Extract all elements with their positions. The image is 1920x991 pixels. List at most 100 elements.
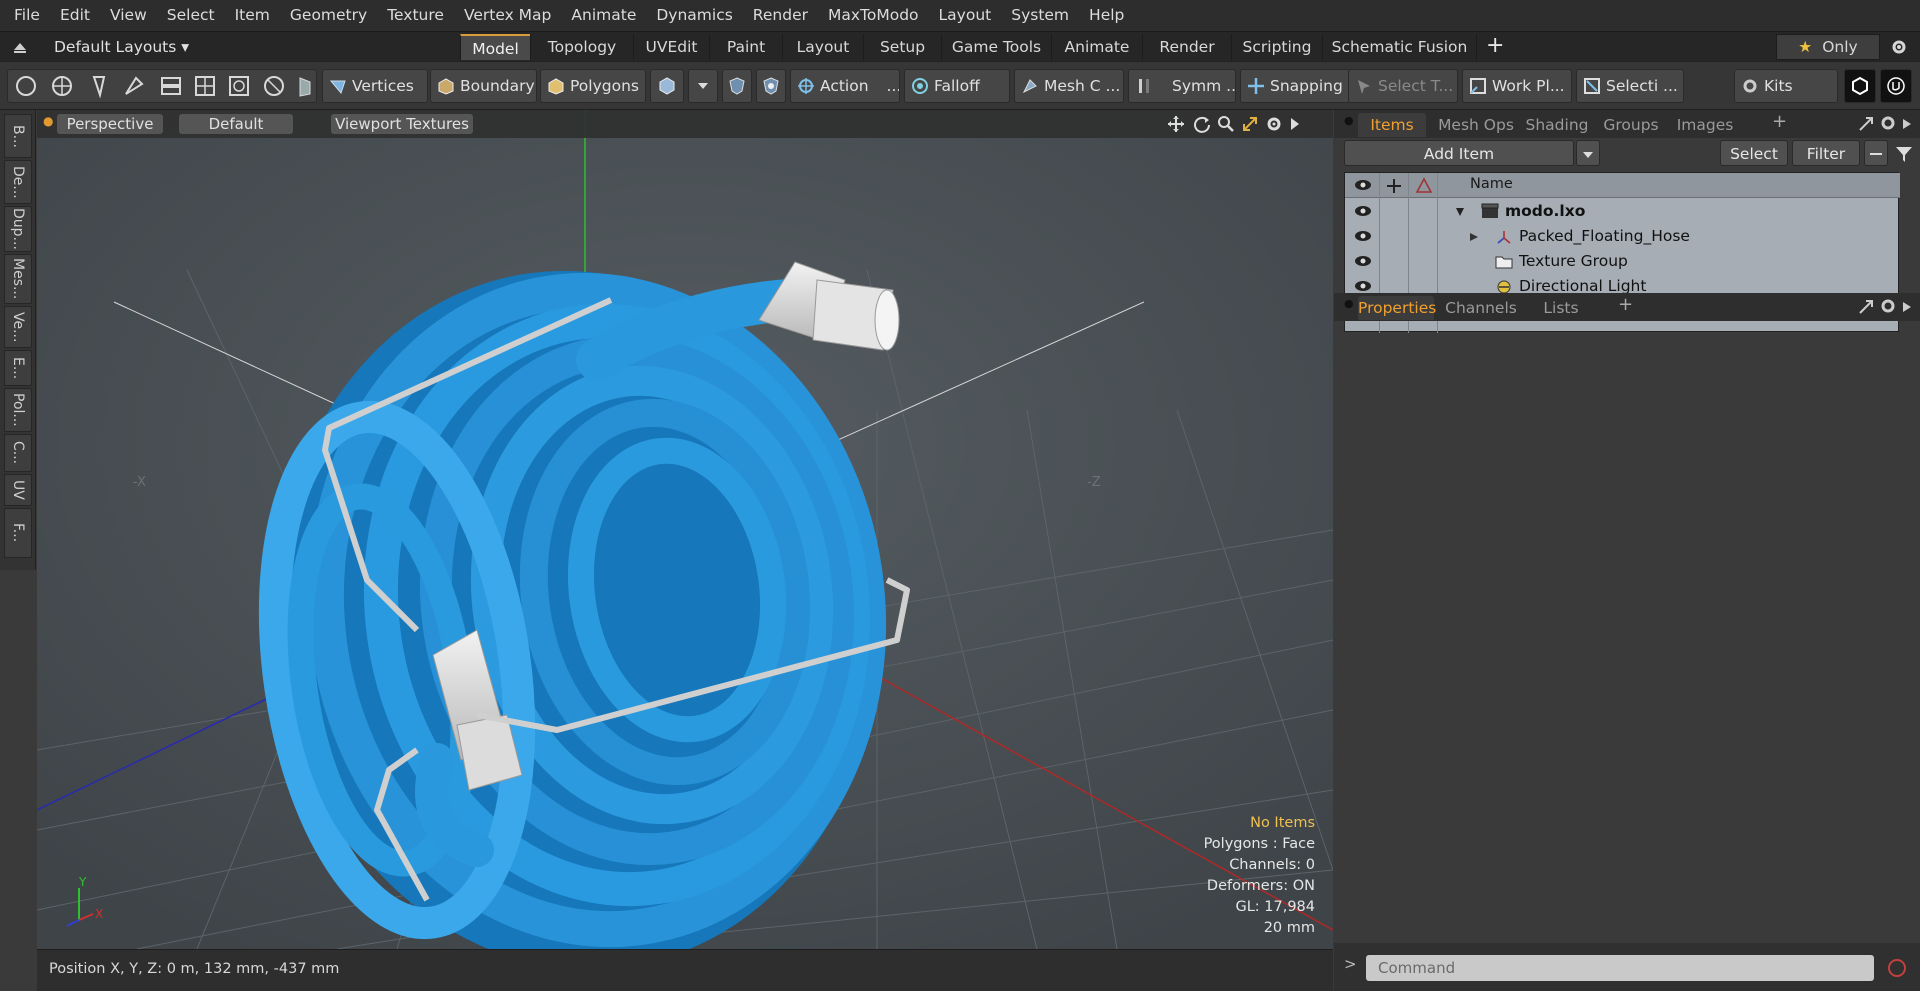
menu-layout[interactable]: Layout	[929, 0, 1002, 31]
vtab-deform[interactable]: De...	[4, 160, 32, 204]
expand-right-icon[interactable]	[1289, 117, 1301, 131]
menu-render[interactable]: Render	[743, 0, 818, 31]
vtab-curve[interactable]: C...	[4, 434, 32, 472]
add-item-dropdown[interactable]	[1576, 140, 1600, 166]
unreal-button[interactable]	[1880, 69, 1912, 103]
symmetry-button[interactable]: Symm ...	[1128, 69, 1236, 103]
menu-view[interactable]: View	[100, 0, 157, 31]
polygons-button[interactable]: Polygons	[540, 69, 646, 103]
tab-layout[interactable]: Layout	[782, 34, 863, 60]
command-input[interactable]: Command	[1366, 955, 1874, 981]
maximize-icon[interactable]	[1241, 115, 1259, 133]
work-plane-button[interactable]: Work Pl...	[1462, 69, 1572, 103]
tab-items[interactable]: Items	[1358, 113, 1426, 137]
panel-dot-icon[interactable]: ●	[1344, 297, 1354, 310]
vertices-button[interactable]: Vertices	[322, 69, 428, 103]
expand-triangle-icon[interactable]	[1469, 232, 1479, 242]
add-panel-tab-plus-icon[interactable]: +	[1772, 111, 1787, 132]
record-macro-icon[interactable]	[1886, 957, 1908, 979]
add-tab-plus-icon[interactable]: +	[1486, 33, 1504, 58]
tab-paint[interactable]: Paint	[709, 34, 782, 60]
default-layouts-dropdown[interactable]: Default Layouts ▾	[54, 34, 189, 60]
select-button[interactable]: Select	[1720, 140, 1788, 166]
tab-model[interactable]: Model	[460, 34, 530, 60]
vtab-polygon[interactable]: Pol...	[4, 388, 32, 432]
menu-dynamics[interactable]: Dynamics	[646, 0, 742, 31]
menu-item[interactable]: Item	[225, 0, 280, 31]
collapse-up-icon[interactable]	[12, 40, 28, 54]
name-column-header[interactable]: Name	[1470, 176, 1513, 192]
vtab-mesh-edit[interactable]: Mes...	[4, 254, 32, 304]
perspective-button[interactable]: Perspective	[57, 114, 163, 134]
tree-row-texture-group[interactable]: Texture Group	[1345, 249, 1900, 274]
tab-game-tools[interactable]: Game Tools	[941, 34, 1051, 60]
menu-animate[interactable]: Animate	[561, 0, 646, 31]
viewport-dot-icon[interactable]: ●	[43, 114, 53, 128]
collapse-list-button[interactable]	[1864, 140, 1888, 166]
tab-uvedit[interactable]: UVEdit	[633, 34, 709, 60]
vtab-basic[interactable]: B...	[4, 114, 32, 158]
boundary-button[interactable]: Boundary	[430, 69, 537, 103]
tab-animate[interactable]: Animate	[1051, 34, 1142, 60]
tab-lists[interactable]: Lists	[1526, 296, 1596, 320]
tab-render[interactable]: Render	[1142, 34, 1231, 60]
props-gear-icon[interactable]	[1880, 298, 1896, 314]
menu-vertex-map[interactable]: Vertex Map	[454, 0, 561, 31]
vtab-edge[interactable]: E...	[4, 350, 32, 386]
scene-canvas[interactable]: -X -Z Y X	[37, 110, 1333, 949]
viewport-textures-button[interactable]: Viewport Textures	[331, 114, 473, 134]
panel-expand-icon[interactable]	[1902, 118, 1912, 130]
menu-select[interactable]: Select	[157, 0, 225, 31]
collapse-triangle-icon[interactable]	[1455, 207, 1465, 217]
select-through-button[interactable]: Select T...	[1348, 69, 1458, 103]
panel-maximize-icon[interactable]	[1858, 116, 1874, 132]
gear-icon[interactable]	[1890, 38, 1908, 56]
unity-button[interactable]	[1844, 69, 1876, 103]
kits-button[interactable]: Kits	[1734, 69, 1838, 103]
selection-sets-button[interactable]: Selecti ...	[1576, 69, 1684, 103]
vtab-vertex[interactable]: Ve...	[4, 306, 32, 348]
item-mode-button[interactable]	[650, 69, 684, 103]
tab-properties[interactable]: Properties	[1358, 296, 1436, 320]
visibility-eye-icon[interactable]	[1353, 229, 1373, 243]
menu-help[interactable]: Help	[1079, 0, 1134, 31]
visibility-eye-icon[interactable]	[1353, 279, 1373, 293]
add-props-tab-plus-icon[interactable]: +	[1618, 294, 1633, 315]
vtab-uv[interactable]: UV	[4, 474, 32, 506]
visibility-eye-icon[interactable]	[1353, 254, 1373, 268]
menu-system[interactable]: System	[1001, 0, 1079, 31]
props-expand-icon[interactable]	[1902, 301, 1912, 313]
mode-dropdown-button[interactable]	[688, 69, 718, 103]
tab-shading[interactable]: Shading	[1522, 113, 1592, 137]
tab-scripting[interactable]: Scripting	[1231, 34, 1322, 60]
render-column-icon[interactable]	[1415, 177, 1433, 195]
tab-images[interactable]: Images	[1670, 113, 1740, 137]
tab-setup[interactable]: Setup	[863, 34, 941, 60]
visibility-column-icon[interactable]	[1353, 178, 1373, 192]
vtab-fusion[interactable]: F...	[4, 508, 32, 558]
action-center-button[interactable]: Action ...	[790, 69, 900, 103]
vtab-duplicate[interactable]: Dup...	[4, 206, 32, 252]
shield-tool-a[interactable]	[722, 69, 752, 103]
props-maximize-icon[interactable]	[1858, 299, 1874, 315]
tree-row-scene[interactable]: modo.lxo	[1345, 199, 1900, 224]
add-item-button[interactable]: Add Item	[1344, 140, 1574, 166]
shield-tool-b[interactable]	[756, 69, 786, 103]
filter-funnel-icon[interactable]	[1894, 144, 1914, 164]
menu-geometry[interactable]: Geometry	[280, 0, 377, 31]
viewport-gear-icon[interactable]	[1265, 115, 1283, 133]
lock-column-icon[interactable]	[1385, 177, 1403, 195]
menu-maxtomodo[interactable]: MaxToModo	[818, 0, 929, 31]
panel-dot-icon[interactable]: ●	[1344, 114, 1354, 127]
menu-texture[interactable]: Texture	[377, 0, 454, 31]
rotate-icon[interactable]	[1193, 115, 1211, 133]
snapping-button[interactable]: Snapping	[1240, 69, 1350, 103]
tab-groups[interactable]: Groups	[1598, 113, 1664, 137]
3d-viewport[interactable]: -X -Z Y X ● Perspective Default Viewport…	[37, 110, 1333, 949]
zoom-icon[interactable]	[1217, 115, 1235, 133]
tab-schematic-fusion[interactable]: Schematic Fusion	[1322, 34, 1477, 60]
panel-gear-icon[interactable]	[1880, 115, 1896, 131]
mesh-constraint-button[interactable]: Mesh C ...	[1014, 69, 1124, 103]
only-toggle[interactable]: ★ Only	[1776, 34, 1880, 60]
tree-row-mesh[interactable]: Packed_Floating_Hose	[1345, 224, 1900, 249]
